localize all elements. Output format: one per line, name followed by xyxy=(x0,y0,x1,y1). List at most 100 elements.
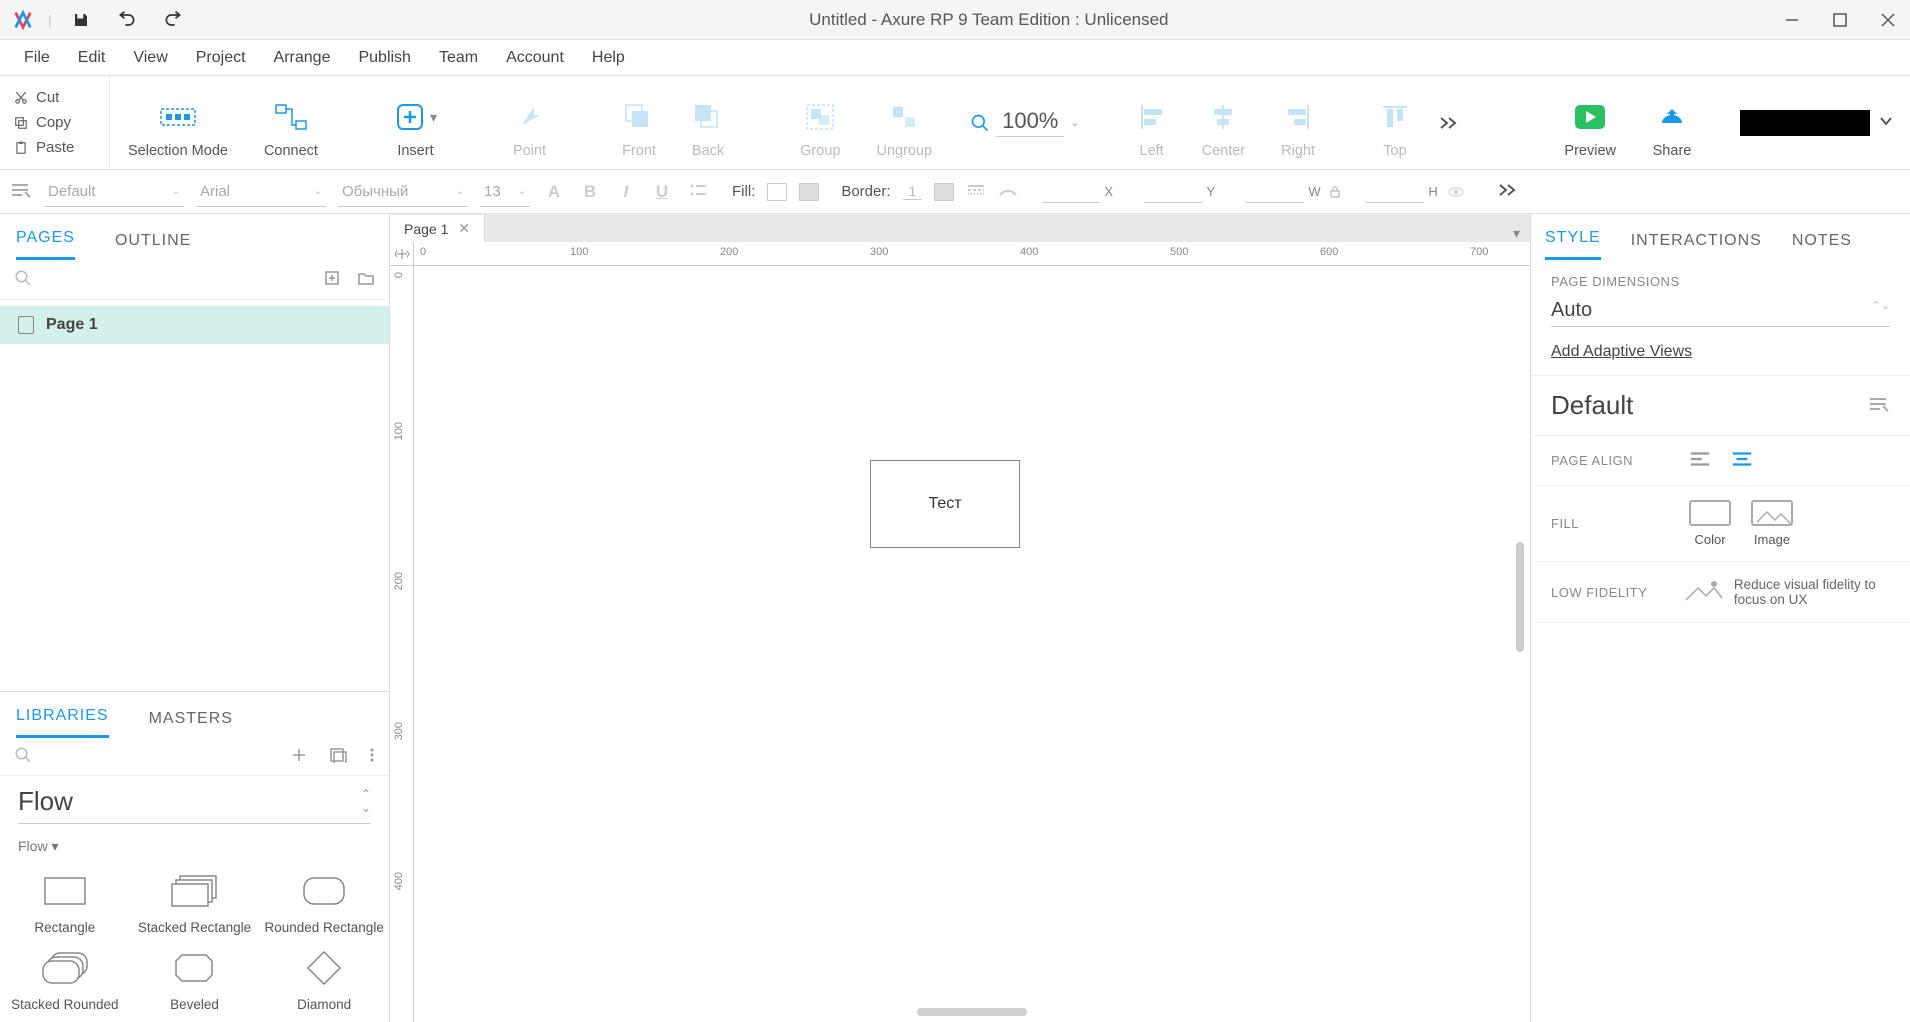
tab-interactions[interactable]: INTERACTIONS xyxy=(1631,232,1762,260)
style-edit-icon[interactable] xyxy=(10,181,32,202)
canvas-body[interactable]: 0 100 200 300 400 500 600 700 0 100 200 … xyxy=(390,242,1530,1022)
page-item[interactable]: Page 1 xyxy=(0,306,389,344)
ungroup-button[interactable]: Ungroup xyxy=(858,76,950,169)
align-left-button[interactable]: Left xyxy=(1120,76,1184,169)
bold-button[interactable]: B xyxy=(578,182,602,202)
add-page-icon[interactable] xyxy=(323,269,341,290)
ribbon-more-button[interactable] xyxy=(1427,76,1469,169)
tab-dropdown-icon[interactable]: ▾ xyxy=(1503,225,1530,242)
front-button[interactable]: Front xyxy=(604,76,674,169)
style-selector[interactable]: Default⌄ xyxy=(44,177,184,207)
save-icon[interactable] xyxy=(68,7,94,33)
menu-edit[interactable]: Edit xyxy=(66,43,118,73)
share-button[interactable]: Share xyxy=(1634,76,1710,169)
account-badge[interactable] xyxy=(1740,110,1870,136)
border-color-swatch[interactable] xyxy=(934,183,954,201)
tab-libraries[interactable]: LIBRARIES xyxy=(16,707,109,738)
weight-selector[interactable]: Обычный⌄ xyxy=(338,177,468,207)
close-tab-icon[interactable]: ✕ xyxy=(458,220,470,237)
ruler-corner[interactable] xyxy=(390,242,414,266)
preview-button[interactable]: Preview xyxy=(1546,76,1634,169)
border-ends-button[interactable] xyxy=(998,183,1018,200)
library-selector[interactable]: Flow⌃⌄ xyxy=(0,776,389,830)
library-browse-icon[interactable] xyxy=(329,747,347,766)
menu-account[interactable]: Account xyxy=(494,43,576,73)
edit-style-icon[interactable] xyxy=(1868,395,1890,416)
menu-publish[interactable]: Publish xyxy=(346,43,422,73)
library-menu-icon[interactable] xyxy=(369,747,375,766)
cut-button[interactable]: Cut xyxy=(0,85,109,110)
canvas-tab[interactable]: Page 1 ✕ xyxy=(390,215,485,242)
size-selector[interactable]: 13⌄ xyxy=(480,177,530,207)
menu-project[interactable]: Project xyxy=(184,43,258,73)
copy-button[interactable]: Copy xyxy=(0,110,109,135)
back-button[interactable]: Back xyxy=(674,76,742,169)
w-field[interactable]: W xyxy=(1246,181,1342,203)
add-folder-icon[interactable] xyxy=(357,270,375,289)
fill-image-option[interactable]: Image xyxy=(1751,500,1793,547)
y-field[interactable]: Y xyxy=(1144,181,1222,203)
text-color-button[interactable]: A xyxy=(542,182,566,202)
horizontal-scrollbar[interactable] xyxy=(917,1008,1027,1016)
close-button[interactable] xyxy=(1878,10,1898,30)
ruler-horizontal[interactable]: 0 100 200 300 400 500 600 700 xyxy=(414,242,1530,266)
bullets-button[interactable] xyxy=(686,182,710,202)
zoom-caret-icon[interactable]: ⌄ xyxy=(1070,116,1079,129)
paste-button[interactable]: Paste xyxy=(0,135,109,160)
minimize-button[interactable] xyxy=(1782,10,1802,30)
tab-pages[interactable]: PAGES xyxy=(16,229,75,260)
border-width-value[interactable]: 1 xyxy=(903,183,923,200)
align-top-button[interactable]: Top xyxy=(1363,76,1427,169)
search-icon[interactable] xyxy=(14,269,307,290)
ruler-vertical[interactable]: 0 100 200 300 400 xyxy=(390,266,414,1022)
zoom-control[interactable]: 100% ⌄ xyxy=(970,76,1080,169)
search-icon[interactable] xyxy=(14,746,269,767)
lock-icon[interactable] xyxy=(1328,185,1342,199)
tab-style[interactable]: STYLE xyxy=(1545,229,1601,260)
library-group[interactable]: Flow ▾ xyxy=(0,830,389,863)
insert-button[interactable]: ▾ Insert xyxy=(376,76,455,169)
page-dimensions-selector[interactable]: Auto⌃⌄ xyxy=(1551,299,1890,327)
border-style-button[interactable] xyxy=(966,183,986,200)
maximize-button[interactable] xyxy=(1830,10,1850,30)
shape-diamond[interactable]: Diamond xyxy=(263,948,385,1014)
x-field[interactable]: X xyxy=(1042,181,1120,203)
account-caret-icon[interactable] xyxy=(1878,113,1894,132)
align-left-option[interactable] xyxy=(1689,450,1711,471)
zoom-value[interactable]: 100% xyxy=(996,108,1064,137)
fill-color-swatch[interactable] xyxy=(767,183,787,201)
shape-stacked-rounded[interactable]: Stacked Rounded xyxy=(4,948,126,1014)
font-selector[interactable]: Arial⌄ xyxy=(196,177,326,207)
menu-team[interactable]: Team xyxy=(427,43,490,73)
menu-help[interactable]: Help xyxy=(580,43,637,73)
align-right-button[interactable]: Right xyxy=(1263,76,1333,169)
underline-button[interactable]: U xyxy=(650,182,674,202)
fill-color-option[interactable]: Color xyxy=(1689,500,1731,547)
add-library-icon[interactable] xyxy=(291,747,307,766)
selection-mode-button[interactable]: Selection Mode xyxy=(110,76,246,169)
menu-arrange[interactable]: Arrange xyxy=(262,43,343,73)
h-field[interactable]: H xyxy=(1366,181,1464,203)
low-fidelity-button[interactable] xyxy=(1680,576,1714,608)
canvas-inner[interactable]: Тест xyxy=(414,266,1530,1022)
point-button[interactable]: Point xyxy=(495,76,564,169)
menu-view[interactable]: View xyxy=(121,43,179,73)
visibility-icon[interactable] xyxy=(1448,186,1464,198)
tab-masters[interactable]: MASTERS xyxy=(149,710,233,738)
shape-rectangle[interactable]: Rectangle xyxy=(4,871,126,937)
canvas-widget-rectangle[interactable]: Тест xyxy=(870,460,1020,548)
shape-stacked-rectangle[interactable]: Stacked Rectangle xyxy=(134,871,256,937)
italic-button[interactable]: I xyxy=(614,182,638,202)
align-center-option[interactable] xyxy=(1731,450,1753,471)
undo-icon[interactable] xyxy=(114,7,140,33)
group-button[interactable]: Group xyxy=(782,76,858,169)
redo-icon[interactable] xyxy=(160,7,186,33)
add-adaptive-views-link[interactable]: Add Adaptive Views xyxy=(1551,343,1692,361)
tab-notes[interactable]: NOTES xyxy=(1792,232,1852,260)
connect-button[interactable]: Connect xyxy=(246,76,336,169)
fmtbar-more-button[interactable] xyxy=(1496,179,1518,204)
align-center-button[interactable]: Center xyxy=(1184,76,1264,169)
vertical-scrollbar[interactable] xyxy=(1516,542,1524,652)
fill-opacity-swatch[interactable] xyxy=(799,183,819,201)
shape-rounded-rectangle[interactable]: Rounded Rectangle xyxy=(263,871,385,937)
